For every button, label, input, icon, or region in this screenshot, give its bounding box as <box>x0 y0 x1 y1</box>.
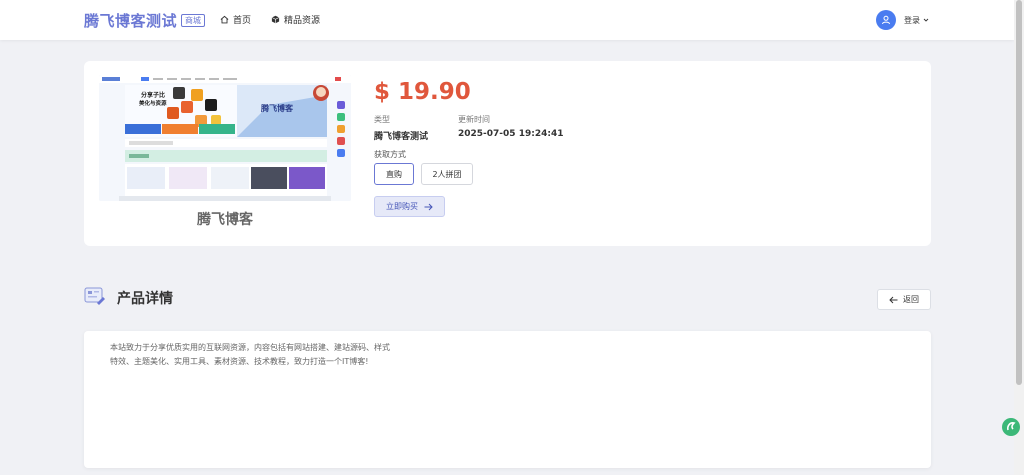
nav-label-resources: 精品资源 <box>284 16 321 26</box>
home-icon <box>220 15 229 24</box>
scrollbar-thumb[interactable] <box>1016 0 1022 385</box>
updated-label: 更新时间 <box>458 115 490 124</box>
nav-label-home: 首页 <box>233 16 252 26</box>
back-button[interactable]: 返回 <box>877 289 931 310</box>
brand[interactable]: 腾飞博客测试 商城 <box>84 10 206 31</box>
user-icon <box>882 15 890 25</box>
product-screenshot-preview: 分享子比 美化与资源 腾飞博客 <box>99 75 351 201</box>
thumb-banner-text: 腾飞博客 <box>260 103 294 113</box>
type-value: 腾飞博客测试 <box>374 132 429 142</box>
top-header: 腾飞博客测试 商城 首页 精品资源 登录 <box>0 0 1014 40</box>
brand-title[interactable]: 腾飞博客测试 <box>84 10 177 31</box>
product-description: 本站致力于分享优质实用的互联网资源，内容包括有网站搭建、建站源码、样式 特效、主… <box>84 331 931 468</box>
back-label: 返回 <box>903 295 919 304</box>
type-label: 类型 <box>374 115 390 124</box>
chevron-down-icon <box>923 18 929 22</box>
product-card: 分享子比 美化与资源 腾飞博客 腾飞博客 $ 19.90 类型 更新时间 腾飞博… <box>84 61 931 246</box>
option-direct-buy[interactable]: 直购 <box>374 163 414 185</box>
updated-value: 2025-07-05 19:24:41 <box>458 129 564 139</box>
nav-item-resources[interactable]: 精品资源 <box>271 13 320 26</box>
buy-now-label: 立即购买 <box>386 202 418 211</box>
arrow-left-icon <box>889 296 898 303</box>
product-image[interactable]: 分享子比 美化与资源 腾飞博客 <box>99 75 351 201</box>
buy-now-button[interactable]: 立即购买 <box>374 196 445 217</box>
description-line-2: 特效、主题美化、实用工具、素材资源、技术教程，致力打造一个IT博客! <box>110 357 369 366</box>
login-link[interactable]: 登录 <box>904 15 929 26</box>
option-group-buy[interactable]: 2人拼团 <box>421 163 473 185</box>
login-label: 登录 <box>904 15 920 25</box>
cube-icon <box>271 15 280 24</box>
product-price: $ 19.90 <box>374 79 471 105</box>
main-nav: 首页 精品资源 <box>220 13 320 26</box>
product-image-caption: 腾飞博客 <box>197 212 253 228</box>
thumb-hero-line-1: 分享子比 <box>141 91 165 99</box>
acquire-label: 获取方式 <box>374 150 406 159</box>
avatar[interactable] <box>876 10 896 30</box>
product-details-icon <box>84 287 105 305</box>
description-text: 本站致力于分享优质实用的互联网资源，内容包括有网站搭建、建站源码、样式 特效、主… <box>110 341 410 369</box>
floating-assistant-icon[interactable] <box>1001 417 1021 437</box>
section-title: 产品详情 <box>117 291 173 307</box>
nav-item-home[interactable]: 首页 <box>220 13 251 26</box>
arrow-right-icon <box>424 203 433 210</box>
brand-badge: 商城 <box>181 14 206 27</box>
thumb-hero-line-2: 美化与资源 <box>139 99 167 107</box>
description-line-1: 本站致力于分享优质实用的互联网资源，内容包括有网站搭建、建站源码、样式 <box>110 343 390 352</box>
user-menu[interactable]: 登录 <box>876 10 929 30</box>
page-scrollbar[interactable] <box>1014 0 1024 475</box>
